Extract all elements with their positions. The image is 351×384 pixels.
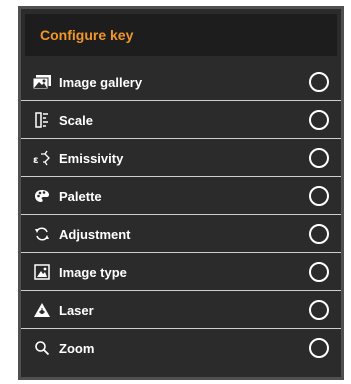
panel-header: Configure key: [25, 14, 337, 56]
image-type-icon: [33, 263, 51, 281]
panel-title: Configure key: [40, 27, 134, 43]
option-laser[interactable]: Laser: [21, 291, 341, 329]
option-adjustment[interactable]: Adjustment: [21, 215, 341, 253]
option-radio[interactable]: [309, 300, 329, 320]
option-palette[interactable]: Palette: [21, 177, 341, 215]
option-label: Palette: [59, 188, 102, 204]
palette-icon: [33, 187, 51, 205]
option-radio[interactable]: [309, 262, 329, 282]
option-radio[interactable]: [309, 186, 329, 206]
option-radio[interactable]: [309, 110, 329, 130]
zoom-icon: [33, 339, 51, 357]
option-emissivity[interactable]: ε Emissivity: [21, 139, 341, 177]
option-list: Image gallery Scale ε Emissivity Palette…: [21, 63, 341, 367]
laser-icon: [33, 301, 51, 319]
svg-text:ε: ε: [33, 155, 39, 166]
option-radio[interactable]: [309, 224, 329, 244]
option-label: Image gallery: [59, 74, 143, 90]
option-label: Image type: [59, 264, 127, 280]
option-label: Scale: [59, 112, 93, 128]
configure-key-panel: Configure key Image gallery Scale ε Emis…: [18, 6, 344, 380]
option-radio[interactable]: [309, 148, 329, 168]
option-label: Laser: [59, 302, 94, 318]
option-zoom[interactable]: Zoom: [21, 329, 341, 367]
scale-icon: [33, 111, 51, 129]
emissivity-icon: ε: [33, 149, 51, 167]
option-image-gallery[interactable]: Image gallery: [21, 63, 341, 101]
option-label: Zoom: [59, 340, 95, 356]
option-radio[interactable]: [309, 338, 329, 358]
option-scale[interactable]: Scale: [21, 101, 341, 139]
option-label: Emissivity: [59, 150, 124, 166]
option-label: Adjustment: [59, 226, 131, 242]
adjustment-icon: [33, 225, 51, 243]
option-radio[interactable]: [309, 72, 329, 92]
option-image-type[interactable]: Image type: [21, 253, 341, 291]
image-gallery-icon: [33, 73, 51, 91]
